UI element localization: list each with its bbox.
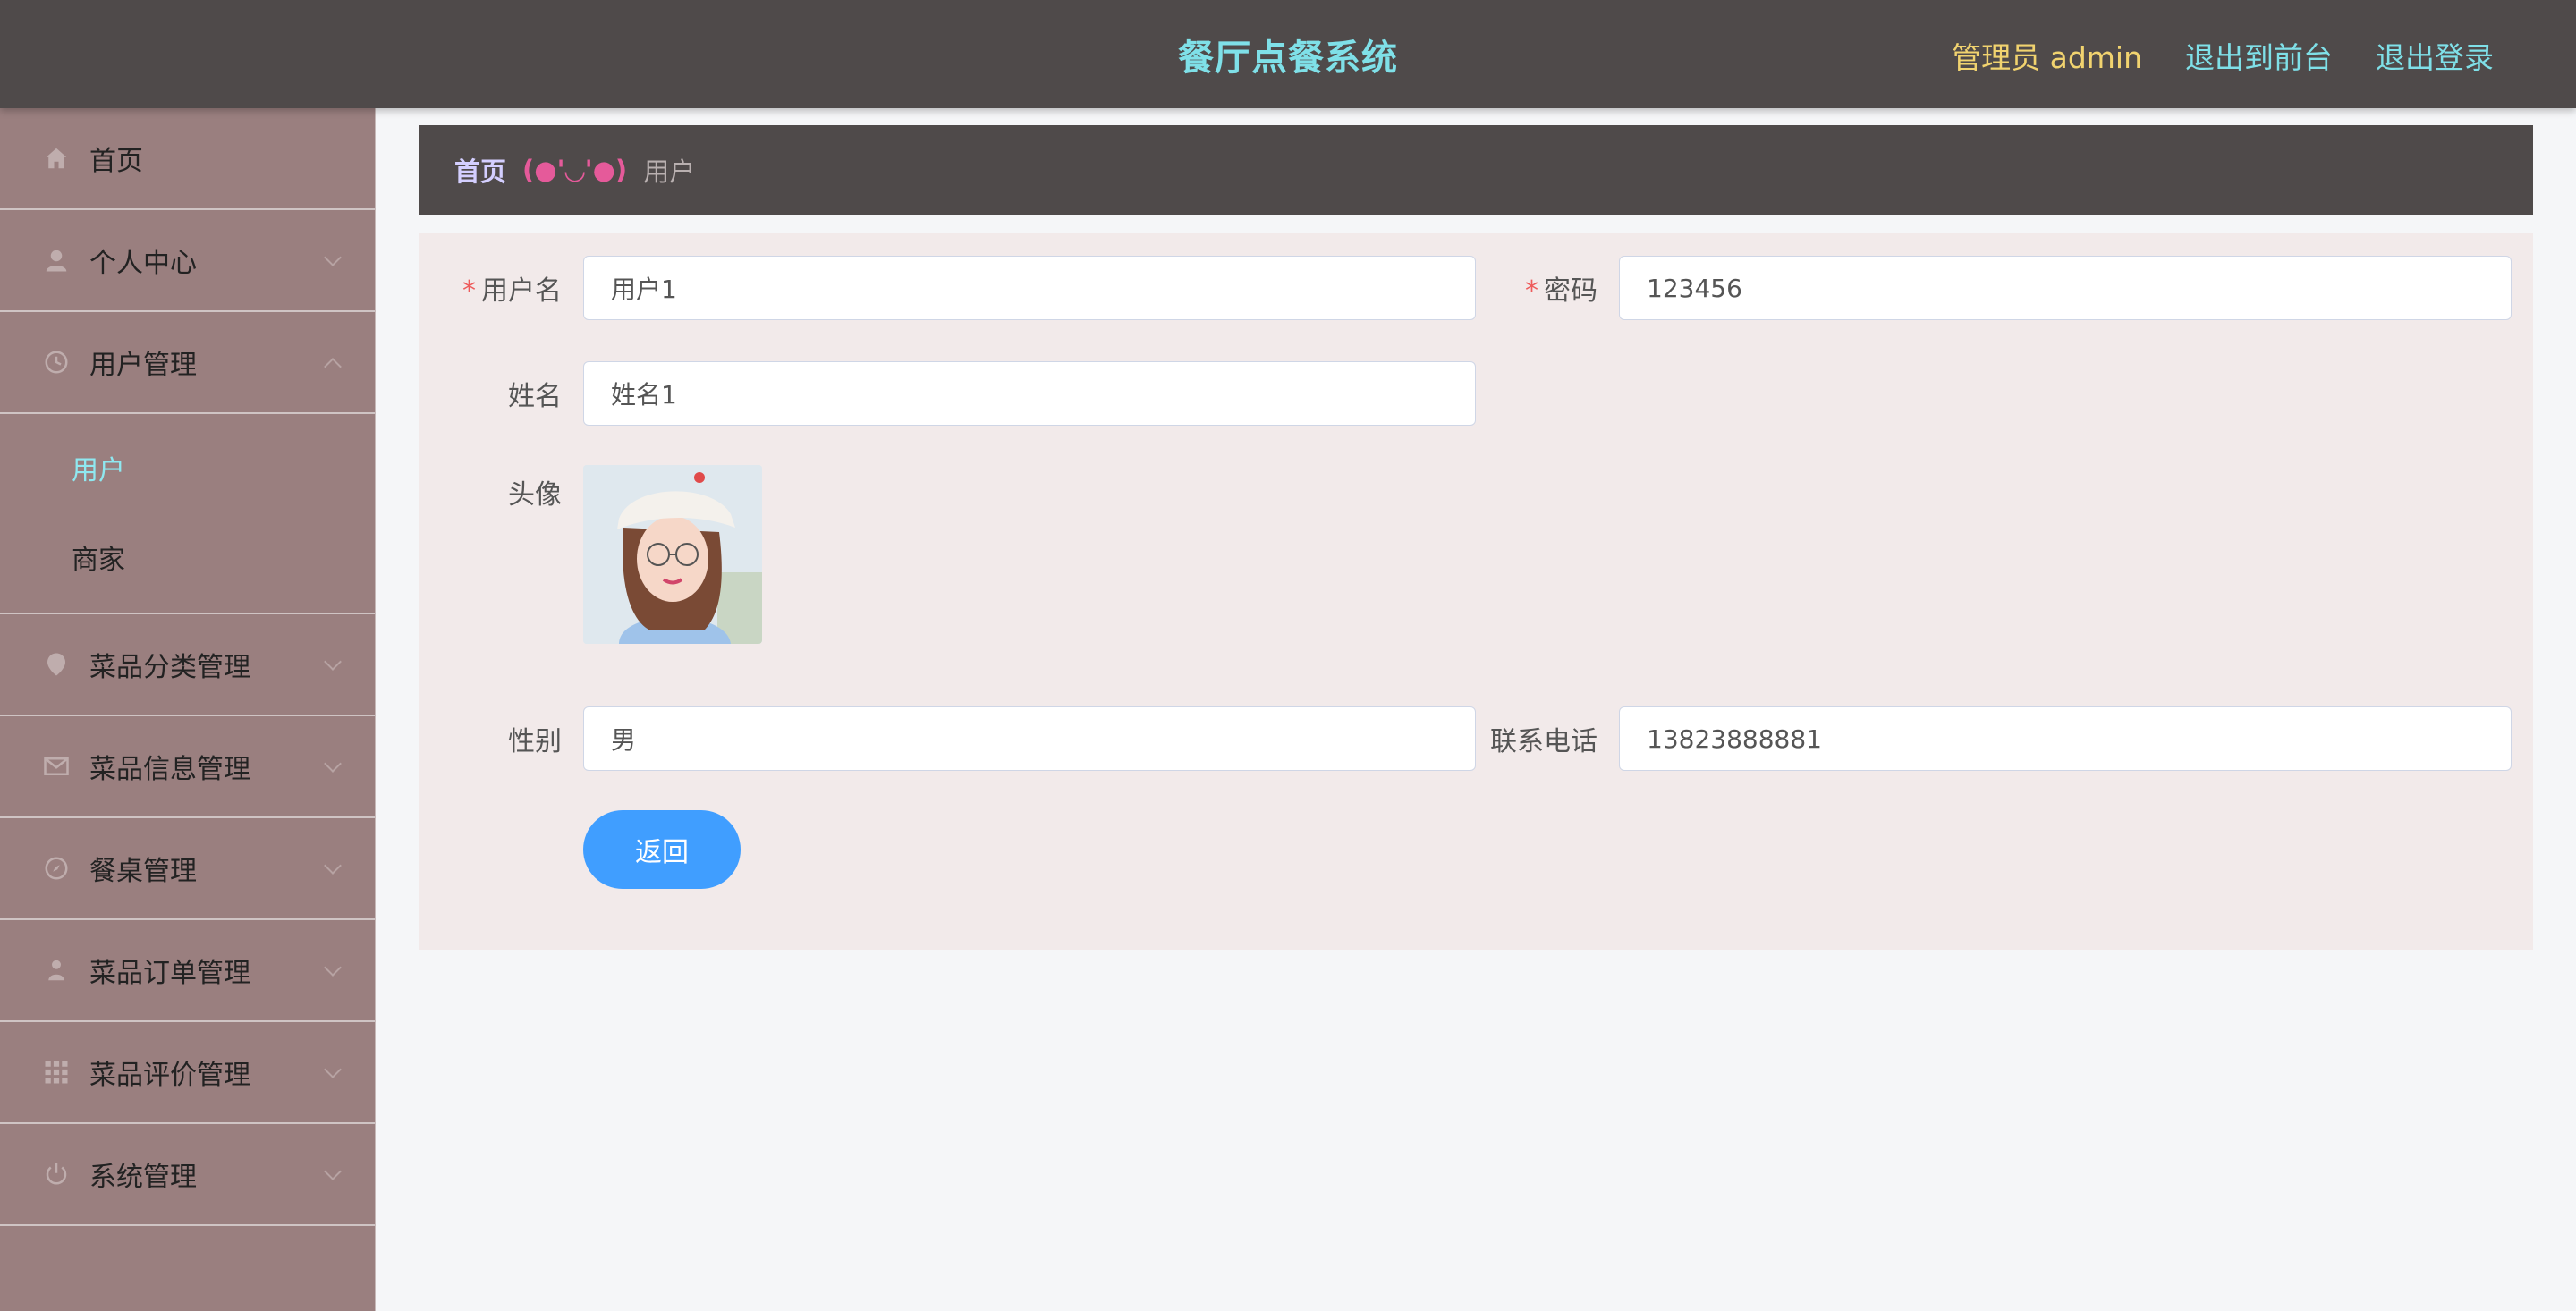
sidebar-item-label: 菜品评价管理 bbox=[89, 1060, 250, 1091]
back-button[interactable]: 返回 bbox=[583, 810, 741, 889]
top-header: 餐厅点餐系统 管理员 admin 退出到前台 退出登录 bbox=[0, 0, 2576, 108]
sidebar-item-dish-reviews[interactable]: 菜品评价管理 bbox=[0, 1022, 375, 1124]
chevron-down-icon bbox=[324, 1163, 342, 1180]
logout-link[interactable]: 退出登录 bbox=[2376, 34, 2494, 77]
required-mark: * bbox=[462, 275, 476, 307]
password-field[interactable]: 123456 bbox=[1619, 256, 2512, 320]
sidebar-item-personal-center[interactable]: 个人中心 bbox=[0, 210, 375, 312]
sidebar-item-dish-info[interactable]: 菜品信息管理 bbox=[0, 716, 375, 818]
chevron-down-icon bbox=[324, 653, 342, 671]
sidebar-item-label: 首页 bbox=[89, 146, 143, 177]
action-row: 返回 bbox=[583, 810, 741, 889]
avatar-label: 头像 bbox=[508, 479, 562, 511]
username-label: * 用户名 bbox=[462, 275, 562, 307]
chevron-down-icon bbox=[324, 249, 342, 266]
sidebar-item-system-management[interactable]: 系统管理 bbox=[0, 1124, 375, 1226]
chevron-down-icon bbox=[324, 1061, 342, 1078]
sidebar-item-table-management[interactable]: 餐桌管理 bbox=[0, 818, 375, 920]
name-field[interactable]: 姓名1 bbox=[583, 361, 1476, 426]
header-actions: 管理员 admin 退出到前台 退出登录 bbox=[1952, 34, 2494, 77]
sidebar-item-label: 用户管理 bbox=[89, 350, 197, 381]
user-detail-form: * 用户名 用户1 * 密码 123456 姓名 姓名1 头像 性别 男 联系电… bbox=[419, 233, 2533, 950]
sidebar-item-label: 菜品信息管理 bbox=[89, 754, 250, 785]
breadcrumb-separator: (●'◡'●) bbox=[522, 155, 628, 185]
avatar-row: 头像 bbox=[419, 465, 762, 644]
user-icon bbox=[41, 245, 72, 275]
avatar[interactable] bbox=[583, 465, 762, 644]
person-icon bbox=[41, 955, 72, 985]
sidebar-item-home[interactable]: 首页 bbox=[0, 108, 375, 210]
phone-field[interactable]: 13823888881 bbox=[1619, 706, 2512, 771]
mail-icon bbox=[41, 751, 72, 782]
sidebar-item-dish-orders[interactable]: 菜品订单管理 bbox=[0, 920, 375, 1022]
sidebar-item-label: 菜品分类管理 bbox=[89, 652, 250, 683]
compass-icon bbox=[41, 853, 72, 884]
chevron-down-icon bbox=[324, 755, 342, 773]
breadcrumb-home[interactable]: 首页 bbox=[454, 151, 506, 189]
sidebar: 首页 个人中心 用户管理 用户 商家 菜品分类管理 菜品信息管理 餐桌管理 菜品… bbox=[0, 108, 376, 1311]
chevron-up-icon bbox=[324, 358, 342, 376]
breadcrumb: 首页 (●'◡'●) 用户 bbox=[419, 125, 2533, 215]
exit-to-front-link[interactable]: 退出到前台 bbox=[2185, 34, 2333, 77]
sidebar-item-label: 餐桌管理 bbox=[89, 856, 197, 887]
sidebar-subitem-users[interactable]: 用户 bbox=[0, 423, 375, 512]
sidebar-item-user-management[interactable]: 用户管理 bbox=[0, 312, 375, 414]
gender-row: 性别 男 bbox=[419, 706, 1476, 771]
home-icon bbox=[41, 143, 72, 173]
main-content: 首页 (●'◡'●) 用户 * 用户名 用户1 * 密码 123456 姓名 姓名1… bbox=[419, 125, 2533, 950]
phone-label: 联系电话 bbox=[1490, 726, 1597, 757]
chevron-down-icon bbox=[324, 959, 342, 977]
power-icon bbox=[41, 1159, 72, 1189]
username-field[interactable]: 用户1 bbox=[583, 256, 1476, 320]
clock-icon bbox=[41, 347, 72, 377]
password-label: * 密码 bbox=[1525, 275, 1597, 307]
location-icon bbox=[41, 649, 72, 680]
sidebar-item-label: 个人中心 bbox=[89, 248, 197, 279]
required-mark: * bbox=[1525, 275, 1538, 307]
gender-field[interactable]: 男 bbox=[583, 706, 1476, 771]
submenu-user-management: 用户 商家 bbox=[0, 414, 375, 614]
admin-label: 管理员 admin bbox=[1952, 40, 2142, 75]
name-row: 姓名 姓名1 bbox=[419, 361, 1476, 426]
sidebar-item-dish-category[interactable]: 菜品分类管理 bbox=[0, 614, 375, 716]
sidebar-subitem-merchants[interactable]: 商家 bbox=[0, 512, 375, 602]
password-row: * 密码 123456 bbox=[1454, 256, 2512, 320]
gender-label: 性别 bbox=[508, 726, 562, 757]
phone-row: 联系电话 13823888881 bbox=[1454, 706, 2512, 771]
sidebar-item-label: 系统管理 bbox=[89, 1162, 197, 1193]
breadcrumb-current: 用户 bbox=[643, 156, 696, 187]
sidebar-item-label: 菜品订单管理 bbox=[89, 958, 250, 989]
grid-icon bbox=[41, 1057, 72, 1087]
username-row: * 用户名 用户1 bbox=[419, 256, 1476, 320]
name-label: 姓名 bbox=[508, 381, 562, 412]
chevron-down-icon bbox=[324, 857, 342, 875]
